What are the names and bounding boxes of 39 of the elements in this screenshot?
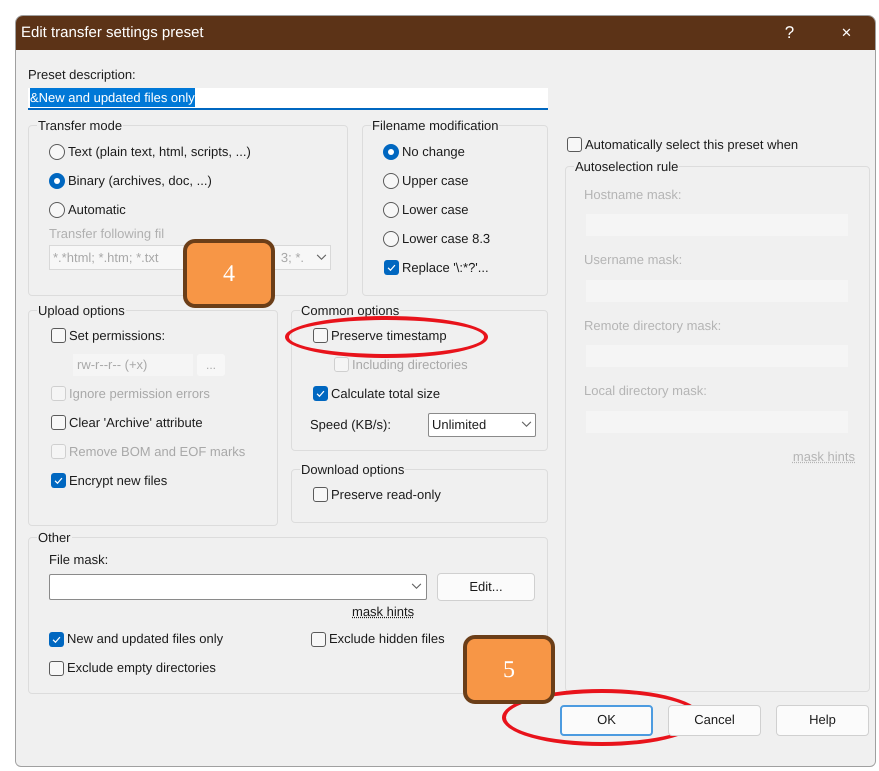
field-label: Username mask: [583,251,684,269]
group-title: Autoselection rule [574,158,680,176]
option-label: New and updated files only [67,630,224,648]
group-title: Upload options [37,302,126,320]
option-label: Set permissions: [69,326,166,345]
field-label: Hostname mask: [583,186,683,204]
option-label: Clear 'Archive' attribute [69,414,203,432]
group-title: Transfer mode [37,116,124,134]
field-label: Speed (KB/s): [310,416,392,434]
field-label: Transfer following fil [48,227,166,241]
group-title: Filename modification [371,116,500,134]
option-label: Preserve read-only [331,486,441,504]
option-label: Lower case [402,200,468,219]
option-label: Automatically select this preset when [585,136,798,154]
field-label: Local directory mask: [583,382,708,400]
option-label: Automatic [68,200,126,219]
option-label: Preserve timestamp [331,326,447,345]
option-label: Including directories [352,356,468,374]
option-label: Exclude empty directories [67,659,216,678]
window-title: Edit transfer settings preset [21,22,204,43]
option-label: Remove BOM and EOF marks [69,442,246,461]
group-title: Other [37,528,72,546]
group-title: Download options [300,460,406,479]
option-label: Calculate total size [331,384,440,403]
option-label: Upper case [402,172,468,190]
option-label: No change [402,142,465,161]
option-label: Encrypt new files [69,472,168,490]
field-label: Preset description: [28,66,136,84]
step-number-tooltip: 5 [463,635,555,704]
option-label: Exclude hidden files [329,630,445,648]
option-label: Text (plain text, html, scripts, ...) [68,142,251,161]
option-label: Binary (archives, doc, ...) [68,172,212,190]
field-label: Remote directory mask: [583,316,722,335]
group-title: Common options [300,302,400,320]
field-label: File mask: [48,551,110,569]
option-label: Lower case 8.3 [402,230,490,248]
option-label: Replace '\:*?'... [402,258,489,277]
step-number-tooltip: 4 [183,239,275,308]
option-label: Ignore permission errors [69,384,210,403]
